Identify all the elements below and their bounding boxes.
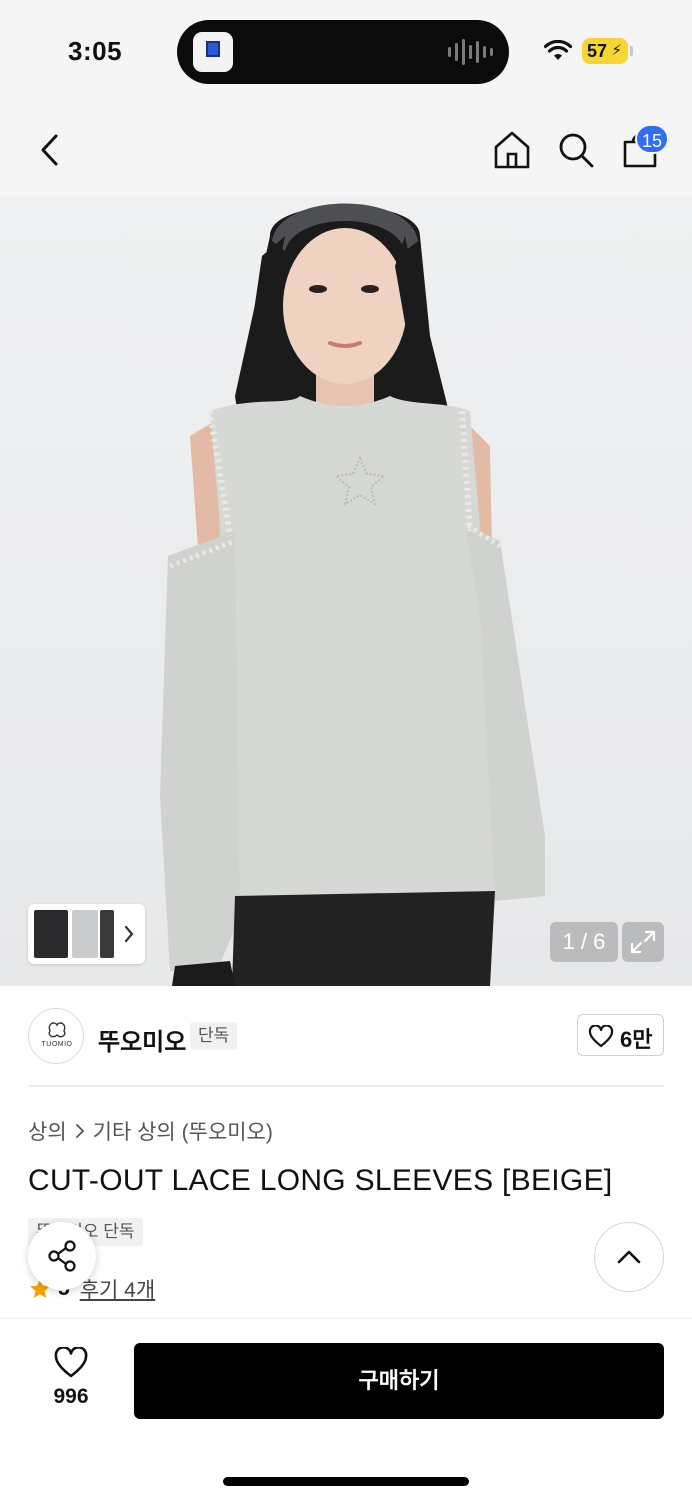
chevron-right-icon[interactable] bbox=[123, 924, 135, 944]
recording-app-icon bbox=[193, 32, 233, 72]
wifi-icon bbox=[544, 40, 572, 60]
search-icon[interactable] bbox=[556, 130, 596, 170]
thumbnail-3[interactable] bbox=[100, 910, 114, 958]
brand-logo[interactable]: TUOMIO bbox=[28, 1008, 84, 1064]
product-title: CUT-OUT LACE LONG SLEEVES [BEIGE] bbox=[28, 1164, 613, 1197]
review-link[interactable]: 후기 4개 bbox=[80, 1274, 155, 1304]
back-arrow-icon[interactable] bbox=[36, 130, 64, 170]
buy-button[interactable]: 구매하기 bbox=[134, 1343, 664, 1419]
bottom-action-bar: 996 구매하기 bbox=[0, 1318, 692, 1500]
expand-icon bbox=[630, 930, 656, 954]
image-counter: 1 / 6 bbox=[550, 922, 618, 962]
brand-like-button[interactable]: 6만 bbox=[577, 1014, 664, 1056]
scroll-to-top-button[interactable] bbox=[594, 1222, 664, 1292]
audio-waveform-icon bbox=[448, 39, 493, 65]
brand-like-count: 6만 bbox=[620, 1027, 653, 1052]
breadcrumb-item-subcategory[interactable]: 기타 상의 (뚜오미오) bbox=[93, 1116, 273, 1146]
thumbnail-1[interactable] bbox=[34, 910, 68, 958]
breadcrumb: 상의 기타 상의 (뚜오미오) bbox=[28, 1116, 273, 1146]
chevron-right-icon bbox=[75, 1124, 84, 1138]
top-nav bbox=[0, 100, 692, 196]
product-image-gallery[interactable]: 1 / 6 bbox=[0, 196, 692, 986]
home-icon[interactable] bbox=[492, 130, 532, 170]
home-indicator bbox=[223, 1477, 469, 1486]
brand-row: TUOMIO 뚜오미오 단독 6만 bbox=[0, 986, 692, 1086]
thumbnail-2[interactable] bbox=[72, 910, 98, 958]
share-icon bbox=[48, 1240, 76, 1272]
product-photo bbox=[160, 203, 545, 986]
dynamic-island bbox=[177, 20, 509, 84]
status-time: 3:05 bbox=[68, 36, 123, 66]
charging-bolt-icon: ⚡ bbox=[611, 42, 622, 59]
wishlist-button[interactable]: 996 bbox=[36, 1347, 106, 1409]
share-button[interactable] bbox=[28, 1222, 96, 1290]
battery-indicator: 57 ⚡ bbox=[582, 38, 628, 64]
battery-cap bbox=[630, 46, 633, 56]
wishlist-count: 996 bbox=[53, 1385, 89, 1408]
breadcrumb-item-category[interactable]: 상의 bbox=[28, 1116, 67, 1146]
chevron-up-icon bbox=[617, 1250, 641, 1264]
exclusive-badge: 단독 bbox=[190, 1022, 238, 1050]
cart-count-badge: 15 bbox=[635, 124, 669, 154]
heart-icon bbox=[588, 1025, 614, 1048]
section-divider bbox=[28, 1085, 664, 1087]
brand-logo-text: TUOMIO bbox=[41, 1041, 73, 1048]
status-bar: 3:05 57 ⚡ bbox=[0, 0, 692, 100]
fullscreen-button[interactable] bbox=[622, 922, 664, 962]
battery-level: 57 bbox=[587, 41, 608, 61]
heart-outline-icon bbox=[54, 1347, 88, 1378]
brand-name[interactable]: 뚜오미오 bbox=[98, 1022, 186, 1057]
thumbnail-strip[interactable] bbox=[28, 904, 145, 964]
